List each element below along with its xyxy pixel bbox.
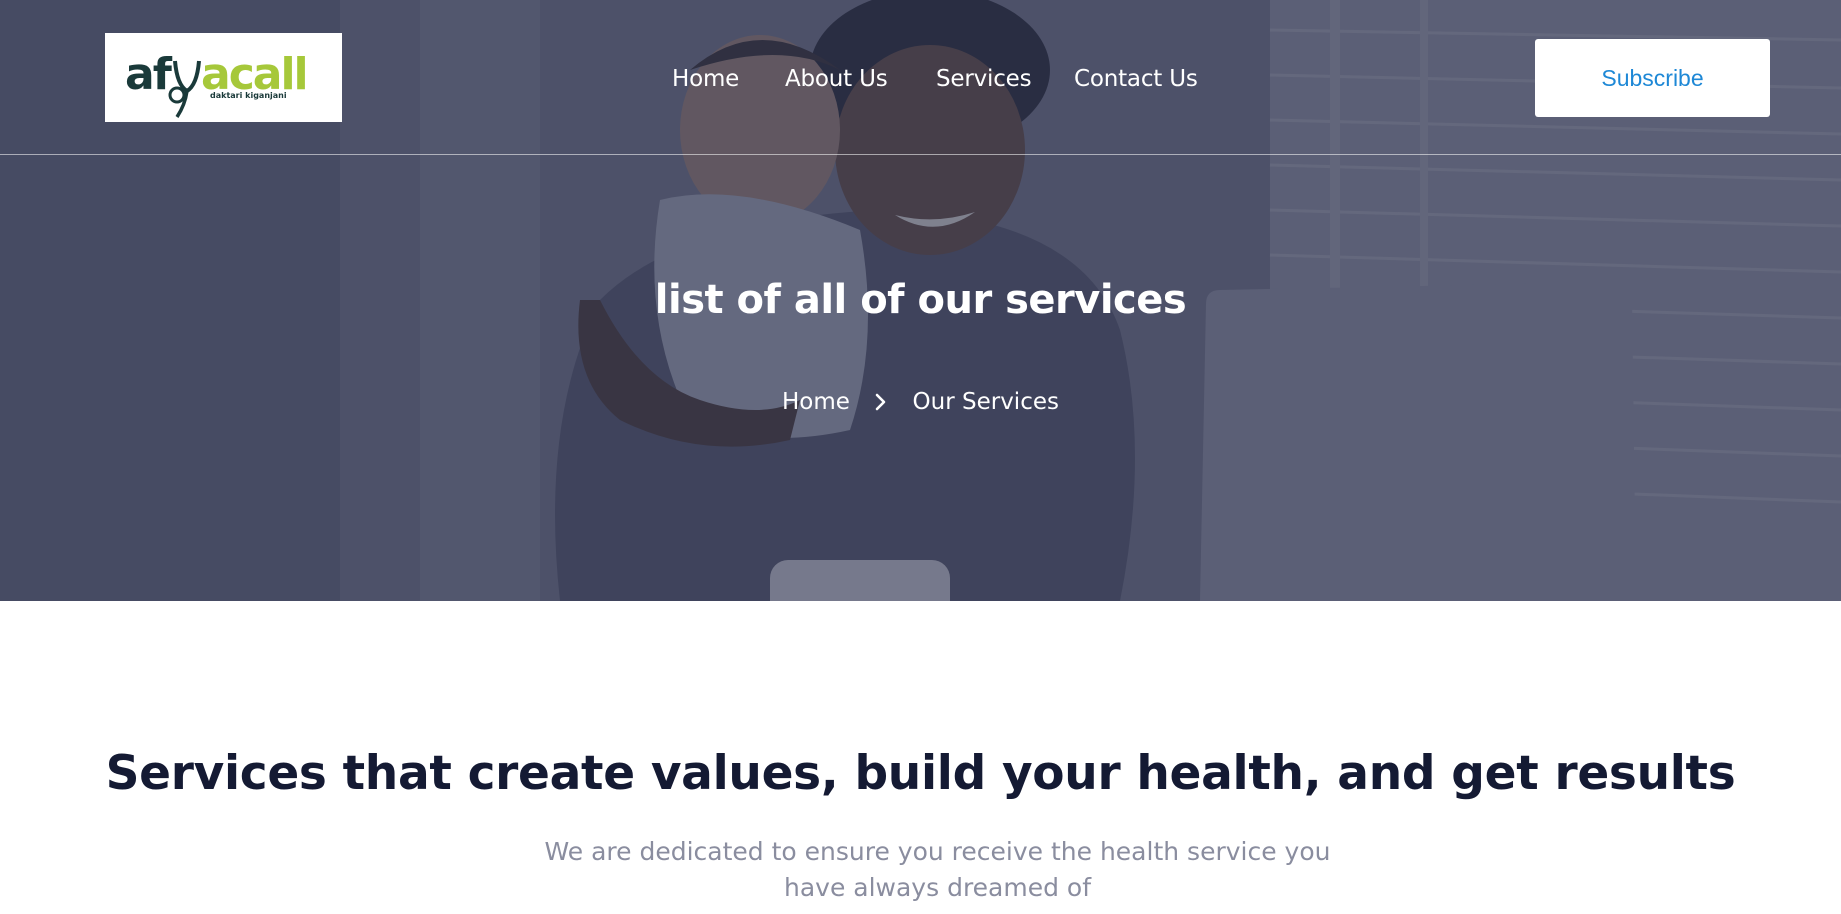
services-heading: Services that create values, build your … [105,746,1736,801]
breadcrumb-home-link[interactable]: Home [782,385,850,419]
subscribe-button[interactable]: Subscribe [1535,39,1770,117]
page-title: list of all of our services [654,277,1187,323]
chevron-right-icon [875,393,887,411]
breadcrumb-current: Our Services [912,388,1059,415]
nav-home[interactable]: Home [672,62,739,96]
breadcrumb: Home Our Services [0,384,1841,419]
nav-contact-us[interactable]: Contact Us [1074,62,1198,96]
services-subtitle: We are dedicated to ensure you receive t… [544,837,1331,902]
nav-services[interactable]: Services [936,62,1032,96]
header-divider [0,154,1841,155]
nav-about-us[interactable]: About Us [785,62,888,96]
